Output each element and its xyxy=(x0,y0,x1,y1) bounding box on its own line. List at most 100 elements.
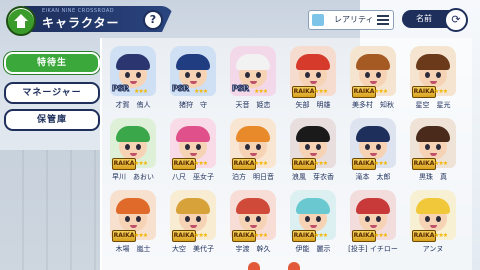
character-hair xyxy=(296,198,330,214)
sort-lines-icon xyxy=(377,15,389,25)
character-card[interactable]: RAIKA ★★★ 黒珠 真 xyxy=(406,116,460,188)
eye xyxy=(305,72,310,78)
rank-badge: RAIKA xyxy=(292,158,316,170)
character-hair xyxy=(296,126,330,142)
rank-badge: RAIKA xyxy=(412,230,436,242)
character-hair xyxy=(356,126,390,142)
character-card[interactable]: PSR ★★★ 才賀 侑人 xyxy=(106,44,160,116)
eye xyxy=(245,72,250,78)
eye xyxy=(436,144,441,150)
character-card[interactable]: PSR ★★★ 猪狩 守 xyxy=(166,44,220,116)
eye xyxy=(436,72,441,78)
character-name: 八尺 巫女子 xyxy=(172,173,214,181)
character-hair xyxy=(116,54,150,70)
scroll-hint xyxy=(288,262,300,270)
character-portrait: PSR ★★★ xyxy=(230,46,276,96)
star-rating: ★★★ xyxy=(254,160,268,167)
character-card[interactable]: RAIKA ★★★ 宇渡 幹久 xyxy=(226,188,280,260)
star-rating: ★★★ xyxy=(374,232,388,239)
character-portrait: RAIKA ★★★ xyxy=(170,118,216,170)
sort-label: 名前 xyxy=(416,14,432,23)
character-portrait: RAIKA ★★★ xyxy=(350,118,396,170)
filter-icon xyxy=(312,14,324,26)
character-card[interactable]: PSR ★★★ 天音 姫恋 xyxy=(226,44,280,116)
star-rating: ★★★ xyxy=(314,160,328,167)
background-lockers xyxy=(0,150,100,270)
eye xyxy=(316,144,321,150)
character-hair xyxy=(416,54,450,70)
character-portrait: RAIKA ★★★ xyxy=(290,190,336,242)
star-rating: ★★★ xyxy=(254,88,268,95)
character-card[interactable]: RAIKA ★★★ 矢部 明雄 xyxy=(286,44,340,116)
scroll-hint xyxy=(248,262,260,270)
star-rating: ★★★ xyxy=(254,232,268,239)
eye xyxy=(425,144,430,150)
eye xyxy=(376,72,381,78)
eye xyxy=(245,216,250,222)
star-rating: ★★★ xyxy=(374,88,388,95)
character-hair xyxy=(236,54,270,70)
character-name: 宇渡 幹久 xyxy=(235,245,271,253)
eye xyxy=(196,144,201,150)
character-name: 滝本 太郎 xyxy=(355,173,391,181)
home-button[interactable] xyxy=(6,6,36,36)
help-button[interactable]: ? xyxy=(143,10,163,30)
character-name: [投手] イチロー xyxy=(348,245,398,253)
star-rating: ★★★ xyxy=(434,232,448,239)
character-hair xyxy=(356,198,390,214)
character-card[interactable]: RAIKA ★★★ 八尺 巫女子 xyxy=(166,116,220,188)
eye xyxy=(256,144,261,150)
eye xyxy=(245,144,250,150)
rank-badge: RAIKA xyxy=(352,230,376,242)
rank-badge: RAIKA xyxy=(232,158,256,170)
menu-storage[interactable]: 保管庫 xyxy=(4,109,100,131)
eye xyxy=(185,72,190,78)
rarity-badge: PSR xyxy=(232,84,250,94)
page-title: キャラクター xyxy=(42,16,120,30)
character-card[interactable]: RAIKA ★★★ 美多村 知秋 xyxy=(346,44,400,116)
character-card[interactable]: RAIKA ★★★ アンヌ xyxy=(406,188,460,260)
character-card[interactable]: RAIKA ★★★ 浪風 芽衣香 xyxy=(286,116,340,188)
character-card[interactable]: RAIKA ★★★ 泊方 明日音 xyxy=(226,116,280,188)
star-rating: ★★★ xyxy=(194,232,208,239)
name-sort-button[interactable]: 名前 ⟳ xyxy=(402,8,468,32)
character-hair xyxy=(356,54,390,70)
home-icon xyxy=(14,14,28,28)
eye xyxy=(136,72,141,78)
character-card[interactable]: RAIKA ★★★ 大空 美代子 xyxy=(166,188,220,260)
character-card[interactable]: RAIKA ★★★ 木場 嵐士 xyxy=(106,188,160,260)
eye xyxy=(196,216,201,222)
menu-tokutaisei[interactable]: 特待生 xyxy=(4,52,100,74)
star-rating: ★★★ xyxy=(134,160,148,167)
eye xyxy=(125,72,130,78)
rank-badge: RAIKA xyxy=(172,230,196,242)
character-portrait: RAIKA ★★★ xyxy=(290,118,336,170)
eye xyxy=(125,216,130,222)
eye xyxy=(316,216,321,222)
character-card[interactable]: RAIKA ★★★ 星空 星光 xyxy=(406,44,460,116)
character-hair xyxy=(176,198,210,214)
character-portrait: RAIKA ★★★ xyxy=(410,46,456,98)
character-card[interactable]: RAIKA ★★★ [投手] イチロー xyxy=(346,188,400,260)
character-grid: PSR ★★★ 才賀 侑人 PSR ★★★ 猪狩 守 PSR ★★★ 天音 姫恋 RAIKA ★★★… xyxy=(100,38,472,270)
rank-badge: RAIKA xyxy=(412,158,436,170)
character-name: 猪狩 守 xyxy=(179,101,207,109)
eye xyxy=(136,144,141,150)
rank-badge: RAIKA xyxy=(292,230,316,242)
character-portrait: PSR ★★★ xyxy=(110,46,156,96)
menu-manager[interactable]: マネージャー xyxy=(4,82,100,104)
star-rating: ★★★ xyxy=(434,88,448,95)
eye xyxy=(305,216,310,222)
character-hair xyxy=(296,54,330,70)
rarity-filter-button[interactable]: レアリティ xyxy=(308,10,394,30)
character-card[interactable]: RAIKA ★★★ 伊能 麗示 xyxy=(286,188,340,260)
character-card[interactable]: RAIKA ★★★ 早川 あおい xyxy=(106,116,160,188)
refresh-icon[interactable]: ⟳ xyxy=(444,8,468,32)
character-name: 木場 嵐士 xyxy=(115,245,151,253)
character-hair xyxy=(416,126,450,142)
character-hair xyxy=(236,126,270,142)
star-rating: ★★★ xyxy=(194,160,208,167)
character-card[interactable]: RAIKA ★★★ 滝本 太郎 xyxy=(346,116,400,188)
character-name: 浪風 芽衣香 xyxy=(292,173,334,181)
character-name: 泊方 明日音 xyxy=(232,173,274,181)
